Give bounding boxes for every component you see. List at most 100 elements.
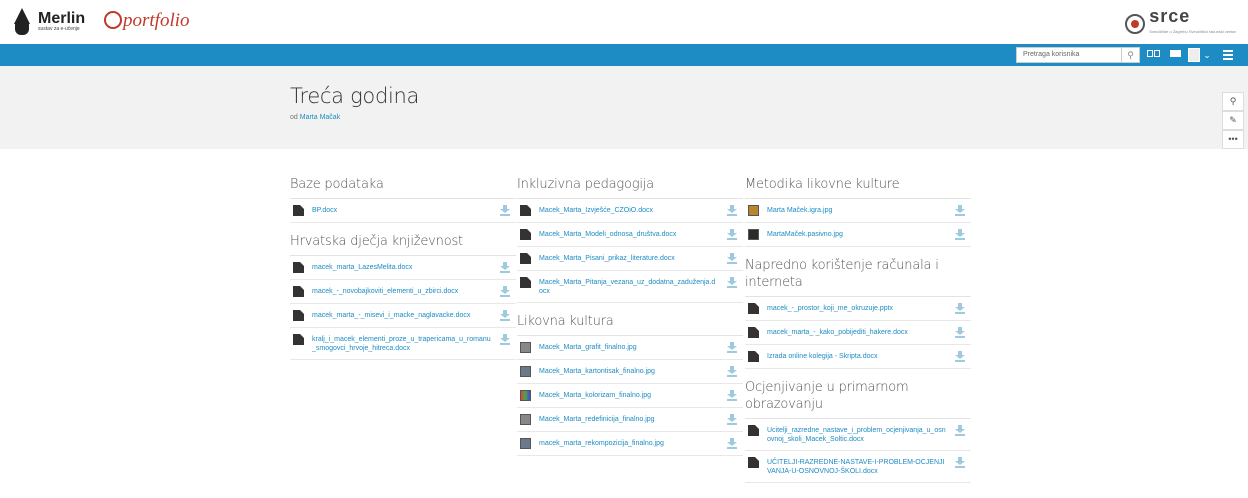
file-name-link[interactable]: macek_marta_-_kako_pobijediti_hakere.doc… — [767, 327, 908, 337]
download-icon[interactable] — [727, 414, 737, 425]
download-icon[interactable] — [500, 262, 510, 273]
file-name-link[interactable]: macek_marta_rekompozicija_finalno.jpg — [539, 438, 664, 448]
user-search-input[interactable]: Pretraga korisnika — [1016, 47, 1122, 63]
file-row[interactable]: macek_marta_-_misevi_i_macke_naglavacke.… — [290, 304, 516, 328]
mail-icon[interactable] — [1168, 49, 1182, 61]
file-name-link[interactable]: Macek_Marta_Izvješće_CZOiO.docx — [539, 205, 653, 215]
download-icon[interactable] — [727, 342, 737, 353]
merlin-logo[interactable]: Merlin sustav za e-učenje — [10, 8, 85, 36]
file-row[interactable]: UČITELJI-RAZREDNE-NASTAVE-I-PROBLEM-OCJE… — [745, 451, 971, 483]
search-icon[interactable]: ⚲ — [1122, 47, 1140, 63]
block-title: Inkluzivna pedagogija — [517, 176, 743, 199]
download-icon[interactable] — [500, 310, 510, 321]
portfolio-block: Metodika likovne kulture Marta Maček.igra… — [745, 176, 971, 247]
file-name-link[interactable]: MartaMaček.pasivno.jpg — [767, 229, 843, 239]
download-icon[interactable] — [727, 390, 737, 401]
file-name-link[interactable]: Marta Maček.igra.jpg — [767, 205, 832, 215]
file-row[interactable]: Izrada online kolegija - Skripta.docx — [745, 345, 971, 369]
file-name-link[interactable]: macek_-_prostor_koji_me_okruzuje.pptx — [767, 303, 893, 313]
file-name-link[interactable]: UČITELJI-RAZREDNE-NASTAVE-I-PROBLEM-OCJE… — [767, 457, 947, 476]
srce-logo[interactable]: srce Sveučilište u Zagrebu Sveučilišni r… — [1125, 7, 1236, 40]
block-title: Metodika likovne kulture — [745, 176, 971, 199]
download-icon[interactable] — [727, 366, 737, 377]
download-icon[interactable] — [955, 205, 965, 216]
file-row[interactable]: Ucitelji_razredne_nastave_i_problem_ocje… — [745, 419, 971, 451]
download-icon[interactable] — [955, 303, 965, 314]
block-title: Hrvatska dječja književnost — [290, 233, 516, 256]
user-avatar-icon[interactable] — [1188, 48, 1200, 62]
document-icon — [293, 310, 304, 321]
file-row[interactable]: Macek_Marta_Modeli_odnosa_društva.docx — [517, 223, 743, 247]
image-thumbnail-icon — [748, 229, 759, 240]
block-title: Ocjenjivanje u primarnom obrazovanju — [745, 379, 971, 419]
file-name-link[interactable]: Macek_Marta_kolorizam_finalno.jpg — [539, 390, 651, 400]
file-name-link[interactable]: macek_marta_-_misevi_i_macke_naglavacke.… — [312, 310, 470, 320]
srce-heart-icon — [1125, 14, 1146, 34]
portfolio-block: Napredno korištenje računala i interneta… — [745, 257, 971, 369]
download-icon[interactable] — [500, 205, 510, 216]
file-name-link[interactable]: kralj_i_macek_elementi_proze_u_traperica… — [312, 334, 492, 353]
file-name-link[interactable]: Macek_Marta_Pitanja_vezana_uz_dodatna_za… — [539, 277, 719, 296]
download-icon[interactable] — [500, 286, 510, 297]
page-title: Treća godina — [290, 84, 420, 108]
more-options-icon[interactable]: ••• — [1222, 130, 1244, 149]
file-row[interactable]: BP.docx — [290, 199, 516, 223]
column-2: Inkluzivna pedagogija Macek_Marta_Izvješć… — [517, 176, 743, 466]
document-icon — [520, 205, 531, 216]
download-icon[interactable] — [955, 351, 965, 362]
file-row[interactable]: macek_marta_rekompozicija_finalno.jpg — [517, 432, 743, 456]
file-name-link[interactable]: Macek_Marta_grafit_finalno.jpg — [539, 342, 637, 352]
portfolio-logo-text: portfolio — [123, 10, 190, 31]
file-name-link[interactable]: Macek_Marta_redefinicija_finalno.jpg — [539, 414, 655, 424]
document-icon — [748, 425, 759, 436]
portfolio-circle-icon — [104, 11, 122, 29]
file-name-link[interactable]: BP.docx — [312, 205, 337, 215]
document-icon — [293, 286, 304, 297]
download-icon[interactable] — [955, 327, 965, 338]
download-icon[interactable] — [727, 205, 737, 216]
hamburger-menu-icon[interactable] — [1222, 49, 1234, 61]
download-icon[interactable] — [500, 334, 510, 345]
document-icon — [520, 277, 531, 288]
zoom-icon[interactable]: ⚲ — [1222, 92, 1244, 111]
file-row[interactable]: Macek_Marta_kartontisak_finalno.jpg — [517, 360, 743, 384]
page-tools: ⚲ ✎ ••• — [1222, 92, 1244, 149]
image-thumbnail-icon — [748, 205, 759, 216]
document-icon — [293, 334, 304, 345]
file-name-link[interactable]: Ucitelji_razredne_nastave_i_problem_ocje… — [767, 425, 947, 444]
file-name-link[interactable]: Macek_Marta_Pisani_prikaz_literature.doc… — [539, 253, 675, 263]
download-icon[interactable] — [955, 229, 965, 240]
download-icon[interactable] — [727, 229, 737, 240]
cards-icon[interactable] — [1145, 49, 1161, 61]
file-row[interactable]: macek_-_prostor_koji_me_okruzuje.pptx — [745, 297, 971, 321]
file-row[interactable]: Marta Maček.igra.jpg — [745, 199, 971, 223]
file-row[interactable]: Macek_Marta_redefinicija_finalno.jpg — [517, 408, 743, 432]
file-row[interactable]: Macek_Marta_Pitanja_vezana_uz_dodatna_za… — [517, 271, 743, 303]
merlin-logo-text: Merlin — [38, 10, 86, 27]
file-name-link[interactable]: Macek_Marta_kartontisak_finalno.jpg — [539, 366, 655, 376]
file-row[interactable]: Macek_Marta_Izvješće_CZOiO.docx — [517, 199, 743, 223]
author-link[interactable]: Marta Mačak — [300, 114, 340, 121]
file-row[interactable]: Macek_Marta_kolorizam_finalno.jpg — [517, 384, 743, 408]
file-row[interactable]: MartaMaček.pasivno.jpg — [745, 223, 971, 247]
file-row[interactable]: macek_-_novobajkoviti_elementi_u_zbirci.… — [290, 280, 516, 304]
chevron-down-icon[interactable]: ⌄ — [1202, 49, 1212, 61]
column-1: Baze podataka BP.docx Hrvatska dječja knji… — [290, 176, 516, 370]
file-row[interactable]: kralj_i_macek_elementi_proze_u_traperica… — [290, 328, 516, 360]
file-name-link[interactable]: macek_-_novobajkoviti_elementi_u_zbirci.… — [312, 286, 458, 296]
portfolio-logo[interactable]: portfolio — [104, 10, 190, 32]
file-row[interactable]: Macek_Marta_Pisani_prikaz_literature.doc… — [517, 247, 743, 271]
file-row[interactable]: macek_marta_LazesMelita.docx — [290, 256, 516, 280]
download-icon[interactable] — [955, 457, 965, 468]
download-icon[interactable] — [727, 438, 737, 449]
file-row[interactable]: Macek_Marta_grafit_finalno.jpg — [517, 336, 743, 360]
download-icon[interactable] — [727, 253, 737, 264]
file-name-link[interactable]: Macek_Marta_Modeli_odnosa_društva.docx — [539, 229, 676, 239]
file-name-link[interactable]: macek_marta_LazesMelita.docx — [312, 262, 412, 272]
file-row[interactable]: macek_marta_-_kako_pobijediti_hakere.doc… — [745, 321, 971, 345]
edit-pencil-icon[interactable]: ✎ — [1222, 111, 1244, 130]
file-name-link[interactable]: Izrada online kolegija - Skripta.docx — [767, 351, 878, 361]
document-icon — [748, 457, 759, 468]
download-icon[interactable] — [955, 425, 965, 436]
download-icon[interactable] — [727, 277, 737, 288]
